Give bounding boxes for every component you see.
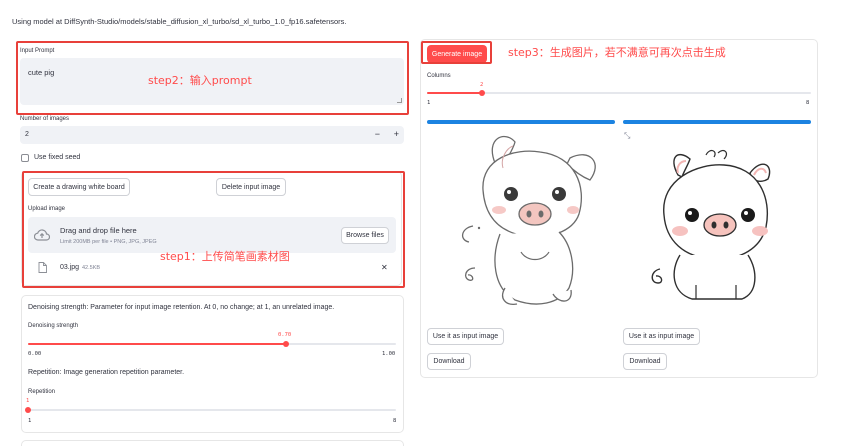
columns-max: 8 xyxy=(806,100,810,106)
denoise-value: 0.70 xyxy=(278,332,292,338)
denoise-handle[interactable] xyxy=(283,341,289,347)
columns-fill xyxy=(427,92,482,94)
repetition-value: 1 xyxy=(26,398,30,404)
use-as-input-button-1[interactable]: Use it as input image xyxy=(427,328,504,345)
step2-annotation: step2：输入prompt xyxy=(148,74,252,87)
use-as-input-button-2[interactable]: Use it as input image xyxy=(623,328,700,345)
num-images-input[interactable]: 2 − + xyxy=(20,126,404,144)
denoise-label: Denoising strength xyxy=(28,323,79,329)
repetition-handle[interactable] xyxy=(25,407,31,413)
repetition-track[interactable] xyxy=(28,409,396,411)
params-panel xyxy=(21,295,404,433)
image-column-bar-1 xyxy=(427,120,615,124)
denoise-min: 0.00 xyxy=(28,351,42,357)
repetition-label: Repetition xyxy=(28,389,56,395)
num-images-label: Number of images xyxy=(20,116,70,122)
expand-icon[interactable]: ⤡ xyxy=(624,131,630,141)
generated-image-1 xyxy=(462,135,596,305)
denoise-max: 1.00 xyxy=(382,351,396,357)
generated-image-2 xyxy=(651,149,771,300)
denoise-fill xyxy=(28,343,286,345)
fixed-seed-label: Use fixed seed xyxy=(34,154,81,161)
columns-value: 2 xyxy=(480,82,484,88)
repetition-min: 1 xyxy=(28,418,32,424)
fixed-seed-checkbox[interactable] xyxy=(21,154,29,162)
denoise-description: Denoising strength: Parameter for input … xyxy=(28,304,335,311)
step3-annotation-box xyxy=(421,41,492,64)
model-path-text: Using model at DiffSynth-Studio/models/s… xyxy=(12,17,347,26)
repetition-description: Repetition: Image generation repetition … xyxy=(28,369,185,376)
step3-annotation: step3：生成图片，若不满意可再次点击生成 xyxy=(508,46,726,59)
next-panel xyxy=(21,440,404,446)
increment-button[interactable]: + xyxy=(394,129,399,139)
image-column-bar-2 xyxy=(623,120,811,124)
columns-min: 1 xyxy=(427,100,431,106)
num-images-value: 2 xyxy=(25,131,29,138)
columns-label: Columns xyxy=(427,73,451,79)
step1-annotation: step1：上传简笔画素材图 xyxy=(160,250,290,263)
download-button-2[interactable]: Download xyxy=(623,353,667,370)
step1-annotation-box xyxy=(22,171,405,288)
repetition-max: 8 xyxy=(393,418,397,424)
decrement-button[interactable]: − xyxy=(375,129,380,139)
columns-handle[interactable] xyxy=(479,90,485,96)
download-button-1[interactable]: Download xyxy=(427,353,471,370)
